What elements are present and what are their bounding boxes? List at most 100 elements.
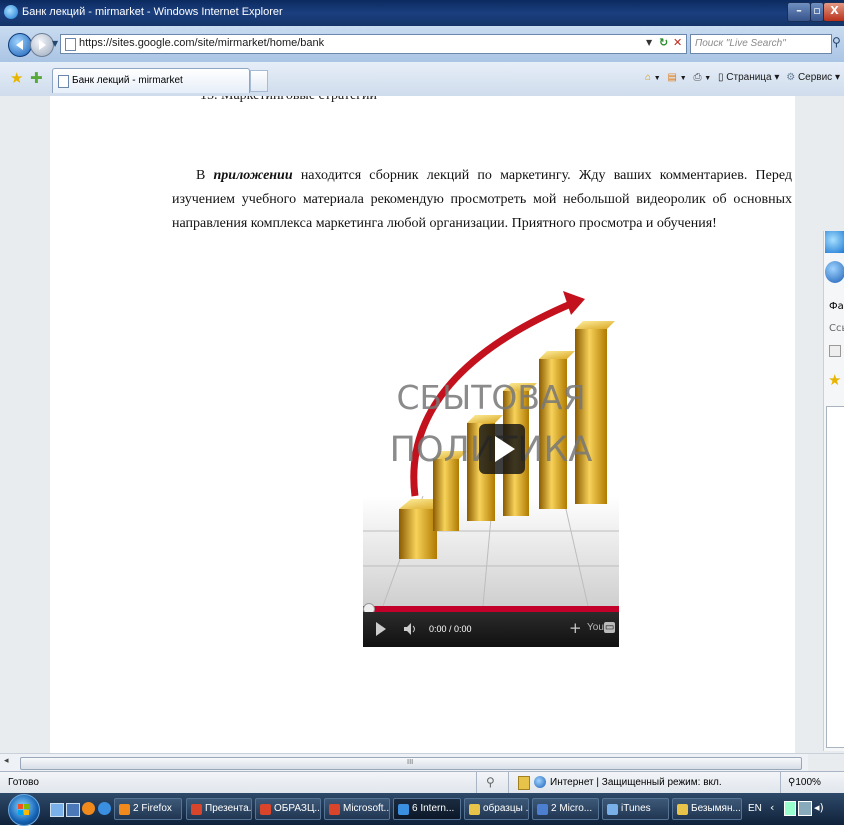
tray-arrow-icon[interactable]: ‹ — [770, 801, 774, 814]
taskbar-app-icon — [329, 804, 340, 815]
history-dropdown-icon[interactable]: ▼ — [52, 39, 58, 48]
taskbar-app-icon — [469, 804, 480, 815]
internet-globe-icon — [534, 776, 546, 788]
favorites-star-icon[interactable]: ★ — [10, 69, 23, 87]
taskbar-button[interactable]: 2 Micro... — [532, 798, 599, 820]
status-divider-3 — [780, 772, 781, 794]
battery-icon[interactable] — [784, 801, 796, 816]
windows-logo-icon — [18, 804, 29, 815]
horizontal-scrollbar[interactable]: ◂ III — [0, 753, 844, 772]
taskbar-button[interactable]: Презента... — [186, 798, 252, 820]
refresh-icon[interactable]: ↻ — [659, 36, 668, 49]
taskbar-button[interactable]: 2 Firefox — [114, 798, 182, 820]
feeds-dropdown-icon[interactable]: ▼ — [680, 75, 687, 82]
taskbar-button-label: ОБРАЗЦ... — [274, 803, 321, 814]
security-zone-text[interactable]: Интернет | Защищенный режим: вкл. — [550, 777, 722, 788]
page-menu[interactable]: ▯ Страница ▾ — [718, 72, 779, 83]
start-button[interactable] — [8, 794, 40, 826]
taskbar-button[interactable]: Безымян... — [672, 798, 742, 820]
taskbar-app-icon — [119, 804, 130, 815]
print-dropdown-icon[interactable]: ▼ — [704, 75, 711, 82]
youtube-logo-text: You — [587, 622, 604, 633]
taskbar-button-label: 6 Intern... — [412, 803, 455, 814]
tab-label: Банк лекций - mirmarket — [72, 75, 183, 86]
taskbar: 2 Firefox Презента... ОБРАЗЦ... Microsoft..… — [0, 793, 844, 826]
ie-logo-icon — [4, 5, 18, 19]
big-play-button[interactable] — [479, 424, 525, 474]
search-input[interactable]: Поиск "Live Search" — [690, 34, 832, 54]
side-panel: Фа Ссы ★ — [823, 231, 844, 751]
scrollbar-thumb[interactable]: III — [20, 757, 802, 770]
status-bar: Готово ⚲ Интернет | Защищенный режим: вк… — [0, 771, 844, 794]
ie-quicklaunch-icon[interactable] — [98, 802, 111, 815]
search-placeholder: Поиск "Live Search" — [695, 38, 786, 49]
close-button[interactable]: X — [823, 2, 844, 22]
add-favorites-icon[interactable]: ✚ — [30, 69, 43, 87]
new-tab-button[interactable] — [250, 70, 268, 92]
list-item-cut: 15. Маркетинговые стратегии — [200, 96, 377, 104]
tools-menu-label: Сервис — [797, 72, 833, 83]
search-icon[interactable]: ⚲ — [832, 35, 841, 49]
zoom-control[interactable]: ⚲100% — [788, 777, 821, 788]
scroll-left-icon[interactable]: ◂ — [4, 756, 9, 766]
taskbar-button-label: Безымян... — [691, 803, 741, 814]
video-time: 0:00 / 0:00 — [429, 624, 472, 634]
taskbar-button-label: образцы ... — [483, 803, 529, 814]
url-dropdown-icon[interactable]: ▼ — [646, 38, 652, 47]
taskbar-button[interactable]: iTunes — [602, 798, 669, 820]
taskbar-button-label: 2 Firefox — [133, 803, 172, 814]
language-indicator[interactable]: EN — [748, 803, 762, 814]
status-divider-2 — [508, 772, 509, 794]
back-arrow-icon — [16, 40, 23, 50]
back-icon[interactable] — [825, 261, 844, 283]
stop-icon[interactable]: ✕ — [673, 36, 682, 49]
taskbar-button-label: iTunes — [621, 803, 651, 814]
volume-icon[interactable] — [403, 622, 419, 636]
network-icon[interactable] — [798, 801, 812, 816]
maximize-button[interactable]: ▫ — [810, 2, 824, 22]
page-icon — [65, 38, 76, 51]
video-player[interactable]: СБЫТОВАЯ ПОЛИТИКА 0:00 / 0:00 + You▭ — [363, 281, 619, 647]
show-desktop-icon[interactable] — [50, 803, 64, 817]
command-bar: ⌂ ▼ ▤ ▼ ⎙ ▼ ▯ Страница ▾ ⚙ Сервис ▾ — [645, 72, 840, 83]
scrollbar-grip: III — [407, 758, 414, 766]
minimize-button[interactable]: – — [787, 2, 811, 22]
volume-tray-icon[interactable]: ◂) — [814, 801, 824, 814]
favorites-icon[interactable]: ★ — [828, 371, 841, 389]
print-icon[interactable]: ⎙ — [693, 72, 701, 83]
feeds-icon[interactable]: ▤ — [668, 72, 677, 83]
privacy-icon[interactable]: ⚲ — [486, 775, 495, 789]
taskbar-button[interactable]: 6 Intern... — [393, 798, 461, 820]
home-icon[interactable]: ⌂ — [645, 72, 651, 83]
page-viewport: 15. Маркетинговые стратегии В приложении… — [0, 96, 844, 753]
taskbar-button-label: Microsoft... — [343, 803, 390, 814]
page-menu-icon: ▯ — [717, 72, 724, 83]
taskbar-button[interactable]: ОБРАЗЦ... — [255, 798, 321, 820]
taskbar-button-label: 2 Micro... — [551, 803, 593, 814]
popup-blocker-icon[interactable] — [518, 776, 530, 790]
side-text-2: Ссы — [829, 323, 844, 334]
paragraph-lead: В — [196, 168, 214, 183]
taskbar-button-label: Презента... — [205, 803, 252, 814]
status-divider — [476, 772, 477, 794]
expand-icon[interactable] — [829, 345, 841, 357]
taskbar-app-icon — [398, 804, 409, 815]
home-dropdown-icon[interactable]: ▼ — [654, 75, 661, 82]
play-small-icon[interactable] — [375, 622, 387, 636]
tab-bank-lectures[interactable]: Банк лекций - mirmarket — [52, 68, 250, 93]
firefox-quicklaunch-icon[interactable] — [82, 802, 95, 815]
add-icon[interactable]: + — [569, 619, 582, 637]
youtube-logo[interactable]: You▭ — [587, 622, 616, 633]
address-field[interactable]: https://sites.google.com/site/mirmarket/… — [60, 34, 687, 54]
taskbar-button[interactable]: Microsoft... — [324, 798, 390, 820]
overlay-text-1: СБЫТОВАЯ — [396, 378, 585, 417]
tools-menu[interactable]: ⚙ Сервис ▾ — [786, 72, 840, 83]
ie-icon — [825, 231, 844, 253]
appendix-link[interactable]: приложении — [214, 168, 293, 183]
back-button[interactable] — [8, 33, 32, 57]
video-control-bar: 0:00 / 0:00 + You▭ — [363, 612, 619, 647]
switch-windows-icon[interactable] — [66, 803, 80, 817]
forward-button[interactable] — [30, 33, 54, 57]
taskbar-app-icon — [537, 804, 548, 815]
taskbar-button[interactable]: образцы ... — [464, 798, 529, 820]
